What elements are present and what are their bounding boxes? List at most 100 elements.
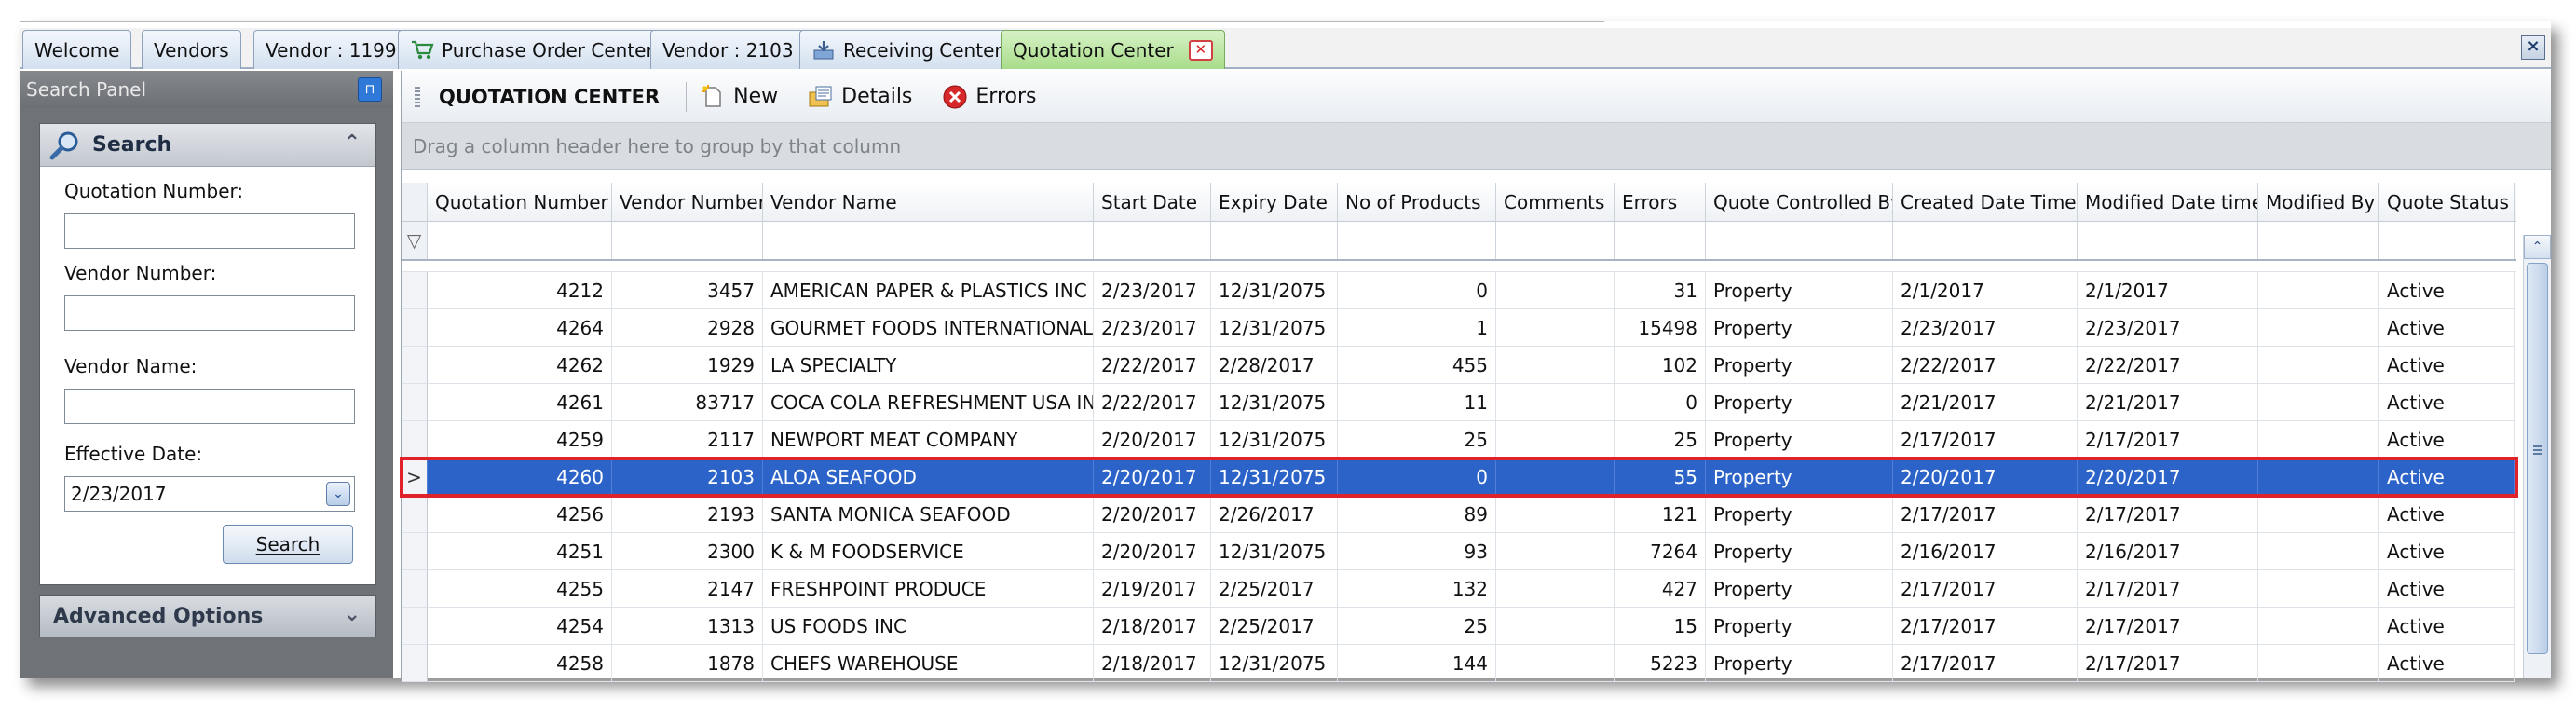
- filter-cell[interactable]: [1094, 222, 1211, 259]
- cell-no-of-products[interactable]: 25: [1338, 421, 1496, 459]
- cell-expiry-date[interactable]: 2/28/2017: [1211, 347, 1338, 384]
- cell-comments[interactable]: [1496, 347, 1615, 384]
- column-header-errors[interactable]: Errors: [1615, 183, 1706, 221]
- column-header-expiry-date[interactable]: Expiry Date: [1211, 183, 1338, 221]
- cell-quote-status[interactable]: Active: [2379, 459, 2515, 496]
- table-row[interactable]: 4212 3457 AMERICAN PAPER & PLASTICS INC 2/2…: [402, 272, 2516, 309]
- quotation-number-input[interactable]: [64, 213, 355, 249]
- table-row[interactable]: 4251 2300 K & M FOODSERVICE 2/20/2017 12/31/…: [402, 533, 2516, 570]
- cell-quote-status[interactable]: Active: [2379, 347, 2515, 384]
- cell-quotation-number[interactable]: 4212: [428, 272, 612, 309]
- column-header-quote-status[interactable]: Quote Status: [2379, 183, 2515, 221]
- cell-created-date-time[interactable]: 2/22/2017: [1893, 347, 2078, 384]
- cell-comments[interactable]: [1496, 570, 1615, 608]
- cell-expiry-date[interactable]: 12/31/2075: [1211, 384, 1338, 421]
- cell-created-date-time[interactable]: 2/20/2017: [1893, 459, 2078, 496]
- cell-comments[interactable]: [1496, 421, 1615, 459]
- cell-vendor-name[interactable]: AMERICAN PAPER & PLASTICS INC: [763, 272, 1094, 309]
- filter-cell[interactable]: [2258, 222, 2379, 259]
- chevron-down-icon[interactable]: ⌄: [326, 482, 350, 506]
- cell-no-of-products[interactable]: 0: [1338, 459, 1496, 496]
- column-header-modified-by[interactable]: Modified By: [2258, 183, 2379, 221]
- cell-quote-controlled-by[interactable]: Property: [1706, 570, 1893, 608]
- cell-quote-status[interactable]: Active: [2379, 384, 2515, 421]
- cell-no-of-products[interactable]: 0: [1338, 272, 1496, 309]
- cell-modified-by[interactable]: [2258, 459, 2379, 496]
- cell-modified-by[interactable]: [2258, 570, 2379, 608]
- cell-start-date[interactable]: 2/20/2017: [1094, 421, 1211, 459]
- table-row[interactable]: 4264 2928 GOURMET FOODS INTERNATIONAL 2/23/…: [402, 309, 2516, 347]
- row-indicator[interactable]: [402, 347, 428, 384]
- cell-vendor-number[interactable]: 2928: [612, 309, 763, 347]
- cell-expiry-date[interactable]: 12/31/2075: [1211, 459, 1338, 496]
- filter-cell[interactable]: [1893, 222, 2078, 259]
- cell-errors[interactable]: 0: [1615, 384, 1706, 421]
- filter-cell[interactable]: [1706, 222, 1893, 259]
- cell-created-date-time[interactable]: 2/21/2017: [1893, 384, 2078, 421]
- cell-start-date[interactable]: 2/22/2017: [1094, 347, 1211, 384]
- cell-created-date-time[interactable]: 2/16/2017: [1893, 533, 2078, 570]
- tab-receiving-center[interactable]: Receiving Center: [799, 30, 1015, 69]
- cell-vendor-name[interactable]: FRESHPOINT PRODUCE: [763, 570, 1094, 608]
- cell-expiry-date[interactable]: 12/31/2075: [1211, 421, 1338, 459]
- cell-quote-controlled-by[interactable]: Property: [1706, 272, 1893, 309]
- tab-welcome[interactable]: Welcome: [22, 30, 132, 69]
- cell-modified-date-time[interactable]: 2/21/2017: [2078, 384, 2258, 421]
- cell-vendor-name[interactable]: SANTA MONICA SEAFOOD: [763, 496, 1094, 533]
- advanced-options-header[interactable]: Advanced Options ⌄: [39, 595, 376, 637]
- column-header-created-date-time[interactable]: Created Date Time: [1893, 183, 2078, 221]
- column-header-quotation-number[interactable]: Quotation Number: [428, 183, 612, 221]
- cell-modified-by[interactable]: [2258, 421, 2379, 459]
- cell-quotation-number[interactable]: 4259: [428, 421, 612, 459]
- scrollbar-thumb[interactable]: [2527, 263, 2548, 654]
- cell-created-date-time[interactable]: 2/17/2017: [1893, 496, 2078, 533]
- cell-errors[interactable]: 31: [1615, 272, 1706, 309]
- cell-comments[interactable]: [1496, 309, 1615, 347]
- cell-vendor-name[interactable]: COCA COLA REFRESHMENT USA INC: [763, 384, 1094, 421]
- cell-quotation-number[interactable]: 4251: [428, 533, 612, 570]
- table-row[interactable]: 4254 1313 US FOODS INC 2/18/2017 2/25/2017 25…: [402, 608, 2516, 645]
- cell-modified-date-time[interactable]: 2/20/2017: [2078, 459, 2258, 496]
- cell-vendor-number[interactable]: 2103: [612, 459, 763, 496]
- cell-quote-status[interactable]: Active: [2379, 421, 2515, 459]
- cell-quote-controlled-by[interactable]: Property: [1706, 459, 1893, 496]
- close-window-icon[interactable]: ×: [2521, 35, 2545, 60]
- cell-vendor-name[interactable]: CHEFS WAREHOUSE: [763, 645, 1094, 682]
- column-header-vendor-number[interactable]: Vendor Number: [612, 183, 763, 221]
- cell-quotation-number[interactable]: 4260: [428, 459, 612, 496]
- cell-no-of-products[interactable]: 25: [1338, 608, 1496, 645]
- cell-comments[interactable]: [1496, 272, 1615, 309]
- cell-created-date-time[interactable]: 2/1/2017: [1893, 272, 2078, 309]
- cell-created-date-time[interactable]: 2/17/2017: [1893, 421, 2078, 459]
- scroll-up-icon[interactable]: ⌃: [2524, 235, 2551, 259]
- tab-vendor-2103[interactable]: Vendor : 2103: [650, 30, 806, 69]
- cell-expiry-date[interactable]: 12/31/2075: [1211, 533, 1338, 570]
- cell-no-of-products[interactable]: 455: [1338, 347, 1496, 384]
- row-indicator[interactable]: [402, 645, 428, 682]
- cell-errors[interactable]: 5223: [1615, 645, 1706, 682]
- cell-no-of-products[interactable]: 144: [1338, 645, 1496, 682]
- cell-quotation-number[interactable]: 4254: [428, 608, 612, 645]
- cell-vendor-number[interactable]: 2193: [612, 496, 763, 533]
- cell-modified-date-time[interactable]: 2/17/2017: [2078, 608, 2258, 645]
- cell-vendor-number[interactable]: 1878: [612, 645, 763, 682]
- effective-date-field[interactable]: 2/23/2017 ⌄: [64, 476, 355, 512]
- cell-vendor-number[interactable]: 3457: [612, 272, 763, 309]
- filter-cell[interactable]: [428, 222, 612, 259]
- cell-quotation-number[interactable]: 4262: [428, 347, 612, 384]
- cell-quote-controlled-by[interactable]: Property: [1706, 533, 1893, 570]
- new-button[interactable]: New: [700, 84, 778, 110]
- cell-start-date[interactable]: 2/18/2017: [1094, 645, 1211, 682]
- cell-created-date-time[interactable]: 2/23/2017: [1893, 309, 2078, 347]
- column-header-comments[interactable]: Comments: [1496, 183, 1615, 221]
- cell-modified-date-time[interactable]: 2/17/2017: [2078, 570, 2258, 608]
- cell-errors[interactable]: 15: [1615, 608, 1706, 645]
- cell-no-of-products[interactable]: 132: [1338, 570, 1496, 608]
- filter-cell[interactable]: [763, 222, 1094, 259]
- cell-comments[interactable]: [1496, 608, 1615, 645]
- cell-modified-date-time[interactable]: 2/16/2017: [2078, 533, 2258, 570]
- cell-quotation-number[interactable]: 4255: [428, 570, 612, 608]
- cell-vendor-name[interactable]: K & M FOODSERVICE: [763, 533, 1094, 570]
- row-indicator[interactable]: [402, 608, 428, 645]
- cell-comments[interactable]: [1496, 533, 1615, 570]
